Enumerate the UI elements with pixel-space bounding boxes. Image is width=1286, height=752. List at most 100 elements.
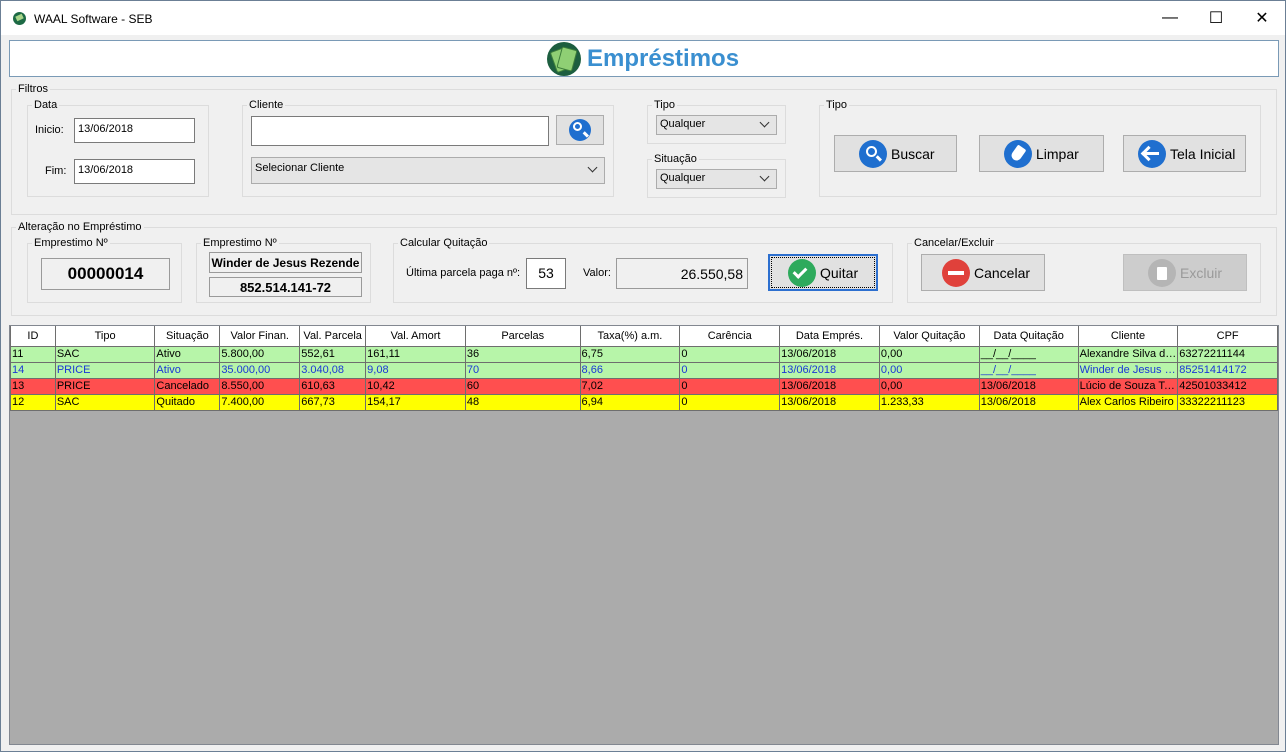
table-cell[interactable]: SAC (54, 345, 156, 363)
column-header[interactable]: Carência (679, 326, 781, 347)
column-header[interactable]: ID (10, 326, 56, 347)
window-title: WAAL Software - SEB (34, 12, 153, 26)
table-cell[interactable]: 667,73 (299, 393, 367, 411)
table-cell[interactable]: Cancelado (154, 377, 221, 395)
table-cell[interactable]: Alex Carlos Ribeiro (1077, 393, 1179, 411)
table-cell[interactable]: Lúcio de Souza Teixeira (1077, 377, 1179, 395)
table-cell[interactable]: 7,02 (579, 377, 681, 395)
table-cell[interactable]: 0,00 (878, 361, 980, 379)
column-header[interactable]: Parcelas (464, 326, 581, 347)
column-header[interactable]: Situação (154, 326, 221, 347)
excluir-button[interactable]: Excluir (1123, 254, 1247, 291)
fim-date-field[interactable]: 13/06/2018 (74, 159, 195, 184)
table-cell[interactable]: __/__/____ (978, 345, 1079, 363)
situacao-select[interactable]: Qualquer (656, 169, 777, 189)
column-header[interactable]: Data Emprés. (779, 326, 880, 347)
table-cell[interactable]: 7.400,00 (219, 393, 301, 411)
table-cell[interactable]: 35.000,00 (219, 361, 301, 379)
column-header[interactable]: Data Quitação (978, 326, 1079, 347)
table-cell[interactable]: __/__/____ (978, 361, 1079, 379)
ultima-parcela-input[interactable]: 53 (526, 258, 566, 289)
chevron-down-icon (759, 171, 770, 182)
table-cell[interactable]: 36 (464, 345, 581, 363)
loans-grid[interactable]: ID Tipo Situação Valor Finan. Val. Parcela Va… (9, 325, 1279, 745)
table-row[interactable]: 14 PRICE Ativo 35.000,00 3.040,08 9,08 70 8,66 0… (10, 361, 1278, 379)
table-cell[interactable]: 13 (10, 377, 56, 395)
table-cell[interactable]: PRICE (54, 377, 156, 395)
table-cell[interactable]: 13/06/2018 (978, 377, 1079, 395)
minimize-button[interactable]: — (1147, 1, 1193, 35)
emprestimo-number: 00000014 (41, 258, 170, 290)
table-cell[interactable]: 70 (464, 361, 581, 379)
column-header[interactable]: Tipo (54, 326, 156, 347)
table-cell[interactable]: 5.800,00 (219, 345, 301, 363)
table-cell[interactable]: 0 (679, 345, 781, 363)
column-header[interactable]: Val. Parcela (299, 326, 367, 347)
table-cell[interactable]: 13/06/2018 (779, 393, 880, 411)
table-cell[interactable]: 42501033412 (1177, 377, 1278, 395)
column-header[interactable]: Val. Amort (365, 326, 466, 347)
buscar-button[interactable]: Buscar (834, 135, 957, 172)
tela-inicial-button[interactable]: Tela Inicial (1123, 135, 1246, 172)
table-cell[interactable]: 8,66 (579, 361, 681, 379)
table-cell[interactable]: 1.233,33 (878, 393, 980, 411)
table-cell[interactable]: 610,63 (299, 377, 367, 395)
table-cell[interactable]: 85251414172 (1177, 361, 1278, 379)
column-header[interactable]: Cliente (1077, 326, 1179, 347)
table-cell[interactable]: PRICE (54, 361, 156, 379)
client-search-button[interactable] (556, 115, 604, 145)
table-cell[interactable]: 33322211123 (1177, 393, 1278, 411)
table-row[interactable]: 13 PRICE Cancelado 8.550,00 610,63 10,42 60 7,0… (10, 377, 1278, 395)
table-cell[interactable]: 0 (679, 377, 781, 395)
column-header[interactable]: Taxa(%) a.m. (579, 326, 681, 347)
table-cell[interactable]: 8.550,00 (219, 377, 301, 395)
column-header[interactable]: Valor Finan. (219, 326, 301, 347)
table-cell[interactable]: 0,00 (878, 377, 980, 395)
table-cell[interactable]: 552,61 (299, 345, 367, 363)
chevron-down-icon (759, 117, 770, 128)
quitar-button[interactable]: Quitar (768, 254, 878, 291)
inicio-date-field[interactable]: 13/06/2018 (74, 118, 195, 143)
close-button[interactable]: ✕ (1239, 1, 1285, 35)
table-cell[interactable]: 6,94 (579, 393, 681, 411)
column-header[interactable]: CPF (1177, 326, 1278, 347)
table-row[interactable]: 11 SAC Ativo 5.800,00 552,61 161,11 36 6,75 0 13/… (10, 345, 1278, 363)
table-cell[interactable]: 12 (10, 393, 56, 411)
column-header[interactable]: Valor Quitação (878, 326, 980, 347)
table-cell[interactable]: SAC (54, 393, 156, 411)
table-cell[interactable]: 9,08 (365, 361, 466, 379)
table-cell[interactable]: 0 (679, 361, 781, 379)
table-cell[interactable]: 48 (464, 393, 581, 411)
table-cell[interactable]: 13/06/2018 (779, 377, 880, 395)
client-select[interactable]: Selecionar Cliente (251, 157, 605, 184)
table-cell[interactable]: Quitado (154, 393, 221, 411)
table-cell[interactable]: 13/06/2018 (779, 361, 880, 379)
table-cell[interactable]: 161,11 (365, 345, 466, 363)
table-cell[interactable]: 10,42 (365, 377, 466, 395)
table-cell[interactable]: Ativo (154, 361, 221, 379)
check-icon (788, 258, 816, 287)
table-cell[interactable]: Winder de Jesus Rezende (1077, 361, 1179, 379)
tipo-select[interactable]: Qualquer (656, 115, 777, 135)
table-row[interactable]: 12 SAC Quitado 7.400,00 667,73 154,17 48 6,94 0 1… (10, 393, 1278, 411)
fim-label: Fim: (45, 165, 67, 177)
table-cell[interactable]: 13/06/2018 (978, 393, 1079, 411)
table-cell[interactable]: 0 (679, 393, 781, 411)
table-cell[interactable]: 14 (10, 361, 56, 379)
table-cell[interactable]: 60 (464, 377, 581, 395)
limpar-button[interactable]: Limpar (979, 135, 1104, 172)
maximize-button[interactable]: ☐ (1193, 1, 1239, 35)
table-cell[interactable]: Alexandre Silva dos Santos (1077, 345, 1179, 363)
table-cell[interactable]: 6,75 (579, 345, 681, 363)
table-cell[interactable]: 13/06/2018 (779, 345, 880, 363)
table-cell[interactable]: 11 (10, 345, 56, 363)
table-cell[interactable]: 0,00 (878, 345, 980, 363)
table-cell[interactable]: 63272211144 (1177, 345, 1278, 363)
table-cell[interactable]: Ativo (154, 345, 221, 363)
table-cell[interactable]: 3.040,08 (299, 361, 367, 379)
cancelar-button[interactable]: Cancelar (921, 254, 1045, 291)
client-search-input[interactable] (251, 116, 549, 146)
inicio-label: Inicio: (35, 124, 64, 136)
table-cell[interactable]: 154,17 (365, 393, 466, 411)
tipo-select-value: Qualquer (660, 118, 706, 130)
